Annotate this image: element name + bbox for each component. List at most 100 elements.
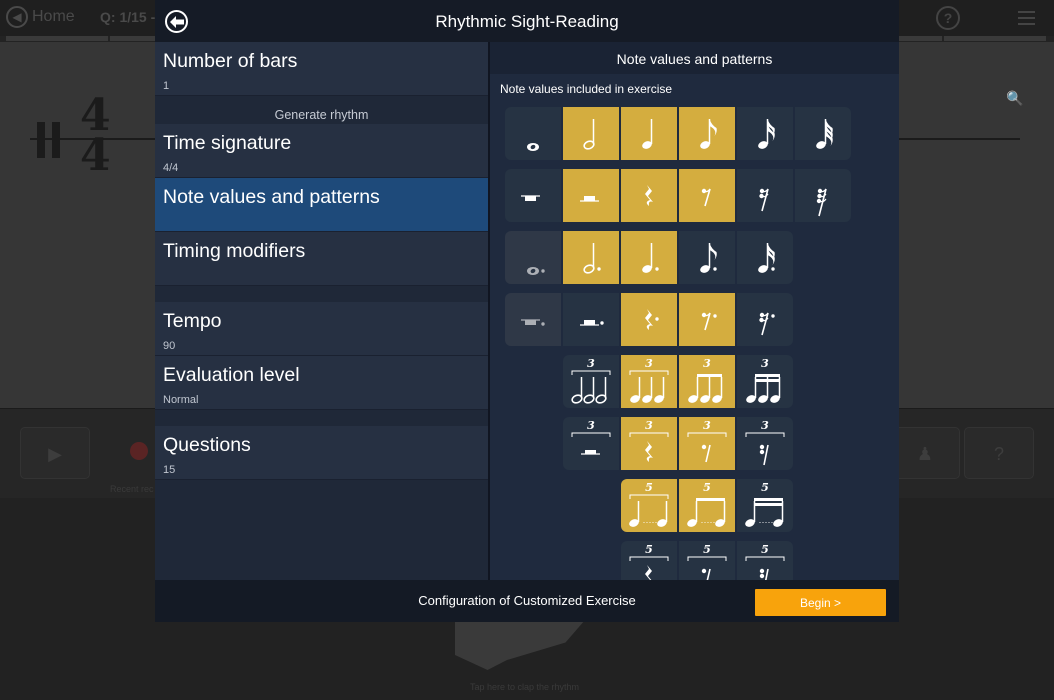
toggle-half-note-triplet[interactable]: 3: [563, 355, 619, 408]
toggle-whole-note[interactable]: [505, 107, 561, 160]
toggle-dotted-sixteenth-rest[interactable]: [737, 293, 793, 346]
sixteenth-rest-icon: [759, 188, 769, 212]
note-row-rests: [505, 169, 851, 222]
toggle-dotted-eighth-rest[interactable]: [679, 293, 735, 346]
toggle-sixteenth-rest[interactable]: [737, 169, 793, 222]
dotted-half-note-icon: [583, 243, 601, 274]
toggle-sixteenth-note-quintuplet[interactable]: 5 ·····: [737, 479, 793, 532]
setting-title: Time signature: [163, 132, 292, 154]
zoom-icon[interactable]: 🔍: [1006, 90, 1023, 107]
note-row-dotted-notes: [505, 231, 793, 284]
setting-title: Number of bars: [163, 50, 298, 72]
setting-timing-modifiers[interactable]: Timing modifiers: [155, 232, 488, 286]
setting-value: 4/4: [163, 162, 179, 174]
note-row-notes: [505, 107, 851, 160]
toggle-quarter-note-triplet[interactable]: 3: [621, 355, 677, 408]
setting-title: Timing modifiers: [163, 240, 306, 262]
dotted-whole-rest-icon: [521, 319, 545, 326]
toggle-half-rest[interactable]: [563, 169, 619, 222]
toggle-quarter-note-quintuplet[interactable]: 5 ·····: [621, 479, 677, 532]
home-label: Home: [32, 8, 75, 25]
toggle-dotted-sixteenth-note[interactable]: [737, 231, 793, 284]
toggle-sixteenth-note[interactable]: [737, 107, 793, 160]
sixteenth-note-icon: [758, 119, 775, 149]
toggle-dotted-half-rest[interactable]: [563, 293, 619, 346]
setting-evaluation-level[interactable]: Evaluation level Normal: [155, 356, 488, 410]
setting-title: Tempo: [163, 310, 222, 332]
svg-text:5: 5: [703, 481, 711, 494]
svg-text:5: 5: [645, 481, 653, 494]
home-button[interactable]: ◀ Home: [6, 6, 75, 28]
toggle-dotted-half-note[interactable]: [563, 231, 619, 284]
modal-header: Rhythmic Sight-Reading: [155, 0, 899, 42]
toggle-eighth-rest-triplet[interactable]: 3: [679, 417, 735, 470]
toggle-dotted-quarter-rest[interactable]: [621, 293, 677, 346]
note-row-triplet-rests: 3 3 3 3: [563, 417, 793, 470]
toggle-dotted-quarter-note[interactable]: [621, 231, 677, 284]
note-row-quintuplet-rests: 5 5 5: [621, 541, 793, 580]
toggle-dotted-eighth-note[interactable]: [679, 231, 735, 284]
svg-text:·····: ·····: [759, 517, 774, 527]
toggle-dotted-whole-note: [505, 231, 561, 284]
toggle-eighth-note-quintuplet[interactable]: 5 ·····: [679, 479, 735, 532]
note-values-panel: Note values and patterns Note values inc…: [490, 42, 899, 580]
svg-text:·····: ·····: [701, 517, 716, 527]
svg-text:3: 3: [703, 357, 711, 370]
toggle-quarter-note[interactable]: [621, 107, 677, 160]
repeat-barline: [37, 122, 45, 158]
toggle-eighth-rest-quintuplet[interactable]: 5: [679, 541, 735, 580]
svg-text:3: 3: [703, 419, 711, 432]
toggle-half-rest-triplet[interactable]: 3: [563, 417, 619, 470]
toggle-quarter-rest[interactable]: [621, 169, 677, 222]
toggle-dotted-whole-rest: [505, 293, 561, 346]
user-button[interactable]: ♟: [890, 427, 960, 479]
toggle-quarter-rest-quintuplet[interactable]: 5: [621, 541, 677, 580]
toggle-eighth-note[interactable]: [679, 107, 735, 160]
play-button[interactable]: ▶: [20, 427, 90, 479]
svg-text:3: 3: [587, 419, 595, 432]
help-icon[interactable]: ?: [936, 6, 960, 30]
setting-time-signature[interactable]: Time signature 4/4: [155, 124, 488, 178]
hamburger-menu-icon[interactable]: [1018, 11, 1035, 29]
repeat-barline: [52, 122, 60, 158]
modal-footer: Configuration of Customized Exercise Beg…: [155, 580, 899, 622]
setting-value: 90: [163, 340, 176, 352]
eighth-rest-quintuplet-icon: 5: [687, 543, 727, 580]
quarter-note-quintuplet-icon: 5 ·····: [629, 481, 669, 527]
svg-text:3: 3: [761, 419, 769, 432]
toggle-thirty-second-note[interactable]: [795, 107, 851, 160]
toggle-sixteenth-rest-quintuplet[interactable]: 5: [737, 541, 793, 580]
whole-rest-icon: [521, 195, 540, 201]
dotted-quarter-rest-icon: [645, 309, 659, 330]
sound-help-button[interactable]: ?: [964, 427, 1034, 479]
thirty-second-rest-icon: [816, 188, 827, 217]
record-icon[interactable]: [130, 442, 148, 460]
note-row-dotted-rests: [505, 293, 793, 346]
toggle-sixteenth-note-triplet[interactable]: 3: [737, 355, 793, 408]
svg-text:5: 5: [761, 481, 769, 494]
setting-number-of-bars[interactable]: Number of bars 1: [155, 42, 488, 96]
svg-text:3: 3: [587, 357, 595, 370]
toggle-eighth-rest[interactable]: [679, 169, 735, 222]
setting-questions[interactable]: Questions 15: [155, 426, 488, 480]
setting-tempo[interactable]: Tempo 90: [155, 302, 488, 356]
setting-title: Note values and patterns: [163, 186, 380, 208]
dotted-eighth-rest-icon: [701, 312, 717, 331]
whole-note-icon: [527, 143, 539, 151]
tap-hint: Tap here to clap the rhythm: [470, 682, 580, 692]
dotted-sixteenth-note-icon: [758, 243, 775, 273]
settings-list: Number of bars 1 Generate rhythm Time si…: [155, 42, 488, 580]
begin-button[interactable]: Begin >: [755, 589, 886, 616]
half-rest-icon: [580, 196, 599, 202]
dotted-quarter-note-icon: [642, 243, 659, 273]
thirty-second-note-icon: [816, 119, 833, 149]
toggle-sixteenth-rest-triplet[interactable]: 3: [737, 417, 793, 470]
toggle-eighth-note-triplet[interactable]: 3: [679, 355, 735, 408]
toggle-quarter-rest-triplet[interactable]: 3: [621, 417, 677, 470]
toggle-whole-rest[interactable]: [505, 169, 561, 222]
quarter-rest-icon: [645, 185, 653, 206]
toggle-half-note[interactable]: [563, 107, 619, 160]
toggle-thirty-second-rest[interactable]: [795, 169, 851, 222]
setting-value: 15: [163, 464, 176, 476]
setting-note-values-and-patterns[interactable]: Note values and patterns: [155, 178, 488, 232]
